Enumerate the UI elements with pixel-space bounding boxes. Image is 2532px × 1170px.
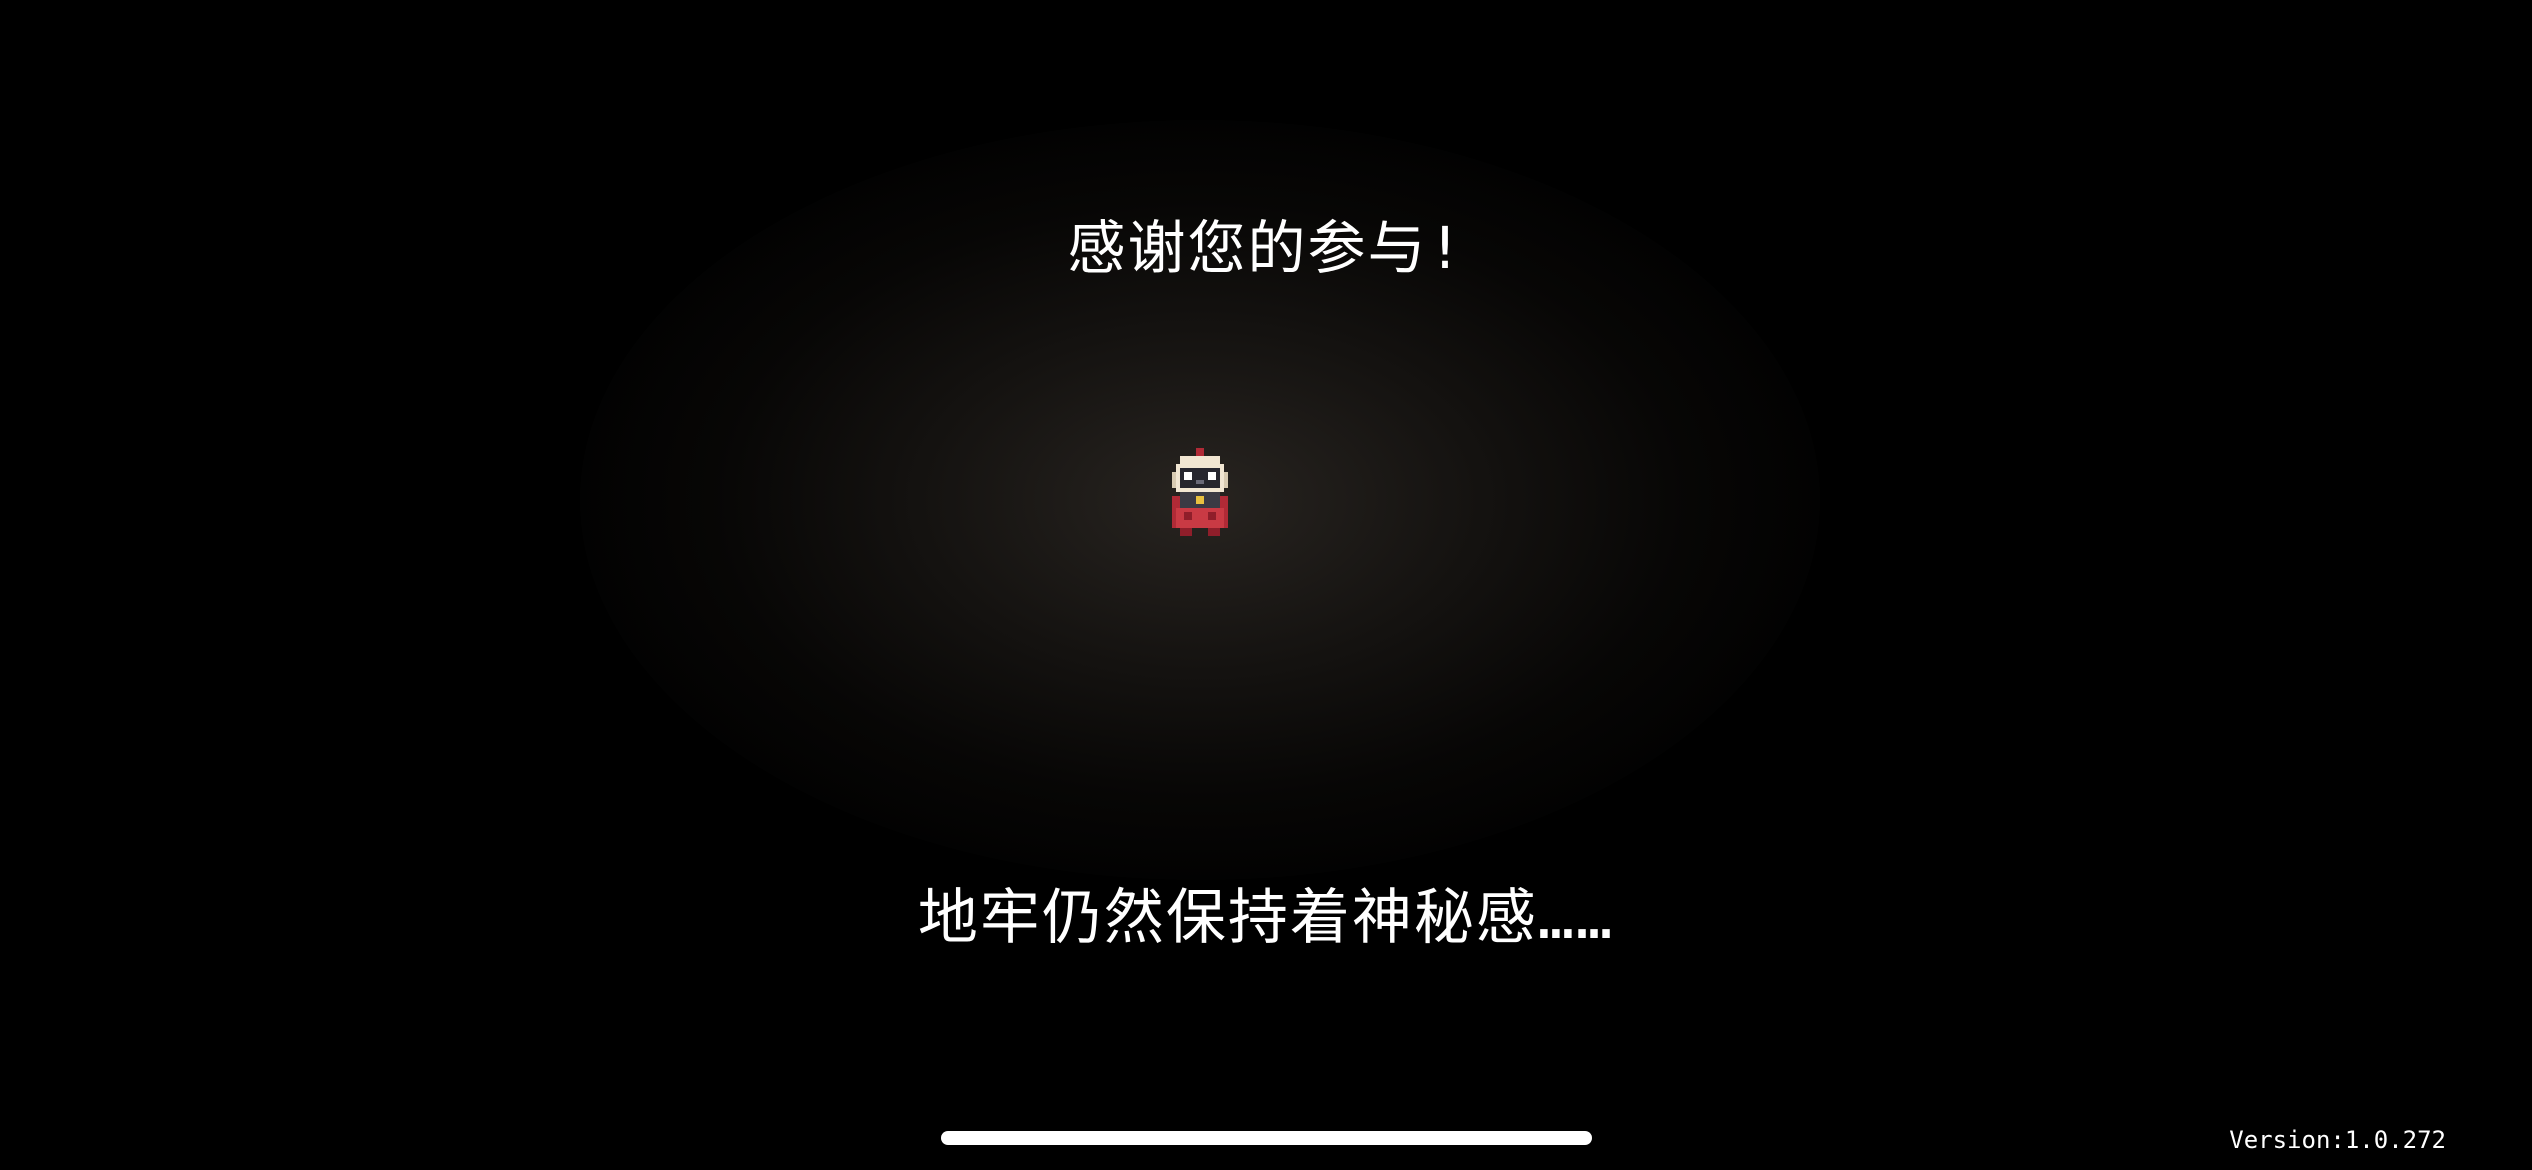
mystery-message: 地牢仍然保持着神秘感…… xyxy=(917,883,1615,953)
home-indicator-bar[interactable] xyxy=(941,1131,1592,1145)
version-label: Version:1.0.272 xyxy=(2229,1126,2446,1154)
game-end-screen[interactable]: 感谢您的参与! 地牢仍然保持着神秘感…… Version:1.0.272 xyxy=(0,0,2532,1170)
pixel-knight-character-icon xyxy=(1172,448,1228,536)
thanks-message: 感谢您的参与! xyxy=(1067,214,1465,282)
